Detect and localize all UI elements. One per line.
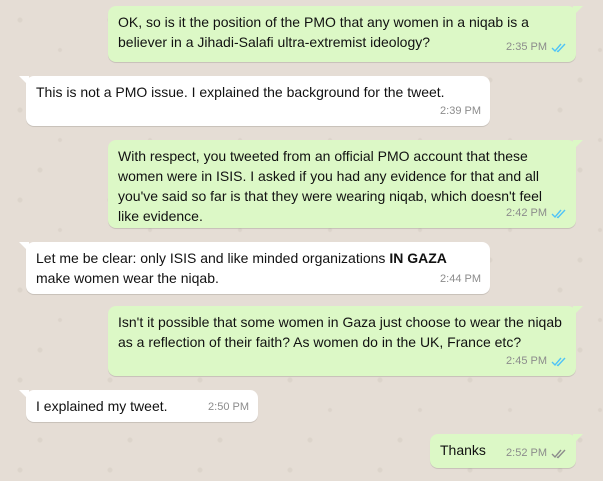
message-meta: 2:50 PM [208,397,249,417]
double-check-read-icon [551,209,566,218]
message-text: With respect, you tweeted from an offici… [118,148,546,224]
message-bubble-incoming[interactable]: This is not a PMO issue. I explained the… [19,76,490,126]
double-check-read-icon [551,43,566,52]
message-time: 2:39 PM [440,105,481,117]
double-check-delivered-icon [551,449,566,458]
message-bubble-outgoing[interactable]: With respect, you tweeted from an offici… [108,140,583,228]
message-meta: 2:44 PM [440,269,481,289]
message-meta: 2:45 PM [506,351,567,371]
message-bubble-incoming[interactable]: I explained my tweet. 2:50 PM [19,390,258,422]
message-meta: 2:39 PM [440,101,481,121]
message-text: Let me be clear: only ISIS and like mind… [36,250,451,286]
double-check-read-icon [551,357,566,366]
message-time: 2:44 PM [440,273,481,285]
message-bubble-incoming[interactable]: Let me be clear: only ISIS and like mind… [19,242,490,294]
message-time: 2:42 PM [506,207,547,219]
message-meta: 2:42 PM [506,203,567,223]
message-text: Isn't it possible that some women in Gaz… [118,314,566,350]
message-text: This is not a PMO issue. I explained the… [36,84,445,100]
message-meta: 2:35 PM [506,37,567,57]
message-time: 2:50 PM [208,401,249,413]
message-bubble-outgoing[interactable]: Isn't it possible that some women in Gaz… [108,306,583,376]
emphasized-text: IN GAZA [389,250,447,266]
message-bubble-outgoing[interactable]: Thanks 2:52 PM [430,434,583,468]
message-time: 2:52 PM [506,447,547,459]
message-text: OK, so is it the position of the PMO tha… [118,14,533,50]
message-bubble-outgoing[interactable]: OK, so is it the position of the PMO tha… [108,6,583,62]
message-time: 2:35 PM [506,41,547,53]
message-time: 2:45 PM [506,355,547,367]
message-meta: 2:52 PM [506,443,567,463]
